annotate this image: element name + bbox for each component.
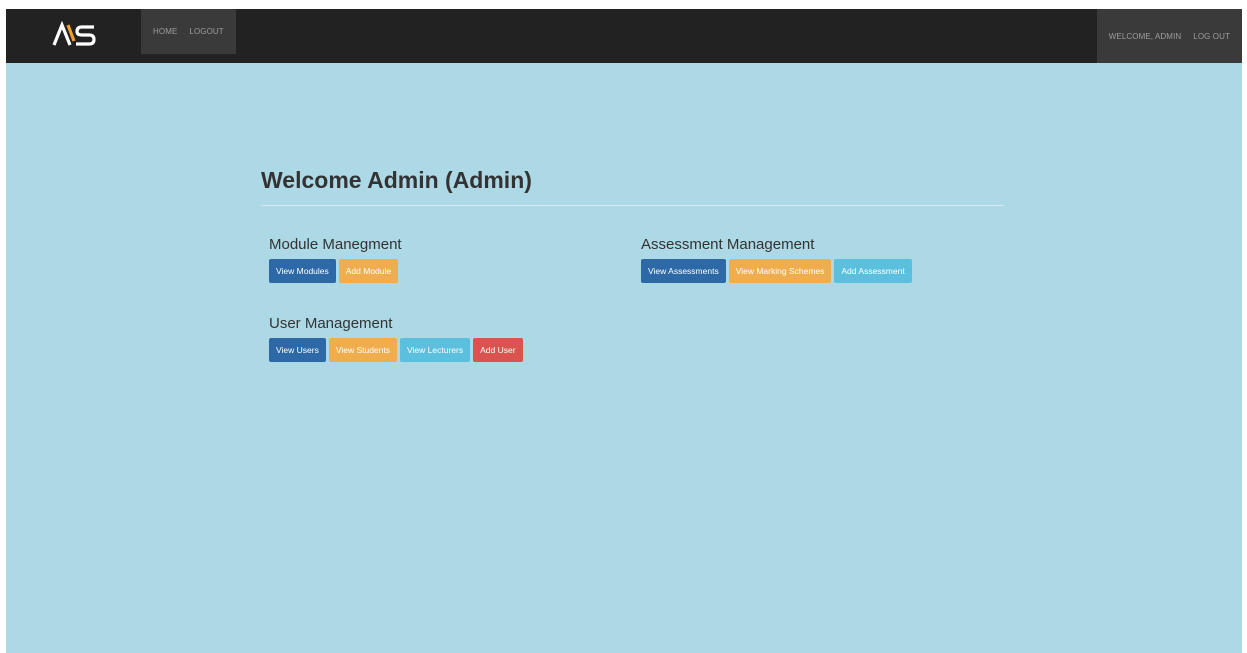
view-modules-button[interactable]: View Modules	[269, 259, 336, 283]
title-divider	[261, 205, 1004, 206]
nav-log-out-link[interactable]: LOG OUT	[1187, 32, 1236, 41]
user-management-section: User Management View Users View Students…	[269, 315, 523, 362]
nav-home-link[interactable]: HOME	[147, 27, 183, 36]
module-management-heading: Module Manegment	[269, 236, 402, 253]
add-user-button[interactable]: Add User	[473, 338, 523, 362]
view-students-button[interactable]: View Students	[328, 338, 398, 362]
assessment-button-row: View Assessments View Marking Schemes Ad…	[641, 259, 912, 283]
nav-welcome-admin-link[interactable]: WELCOME, ADMIN	[1103, 32, 1188, 41]
view-assessments-button[interactable]: View Assessments	[641, 259, 726, 283]
top-navbar: HOME LOGOUT WELCOME, ADMIN LOG OUT	[6, 9, 1242, 63]
brand-logo[interactable]	[52, 20, 102, 48]
assessment-management-section: Assessment Management View Assessments V…	[641, 236, 912, 283]
module-management-section: Module Manegment View Modules Add Module	[269, 236, 402, 283]
page-frame: HOME LOGOUT WELCOME, ADMIN LOG OUT Welco…	[6, 9, 1242, 653]
module-button-row: View Modules Add Module	[269, 259, 402, 283]
view-users-button[interactable]: View Users	[269, 338, 326, 362]
add-module-button[interactable]: Add Module	[338, 259, 399, 283]
page-title: Welcome Admin (Admin)	[261, 167, 532, 193]
view-lecturers-button[interactable]: View Lecturers	[400, 338, 471, 362]
nav-right-group: WELCOME, ADMIN LOG OUT	[1096, 9, 1242, 63]
nav-left-group: HOME LOGOUT	[141, 9, 236, 54]
ams-logo-icon	[52, 21, 96, 46]
user-management-heading: User Management	[269, 315, 393, 332]
assessment-management-heading: Assessment Management	[641, 236, 815, 253]
nav-logout-link[interactable]: LOGOUT	[183, 27, 229, 36]
user-button-row: View Users View Students View Lecturers …	[269, 338, 523, 362]
add-assessment-button[interactable]: Add Assessment	[834, 259, 912, 283]
view-marking-schemes-button[interactable]: View Marking Schemes	[728, 259, 832, 283]
